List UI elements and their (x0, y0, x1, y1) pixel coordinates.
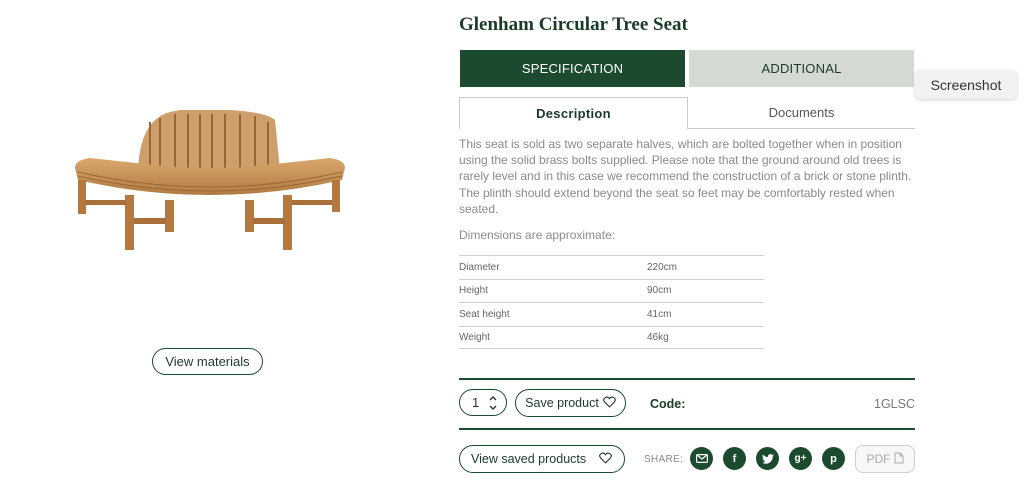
quantity-value: 1 (472, 395, 480, 410)
email-icon[interactable] (690, 447, 713, 470)
table-row: Diameter 220cm (459, 255, 764, 279)
code-value: 1GLSC (874, 397, 915, 411)
view-saved-label: View saved products (471, 452, 587, 466)
bench-illustration (75, 110, 345, 250)
divider-bottom (459, 428, 915, 430)
spec-name: Diameter (459, 261, 500, 273)
description-text: This seat is sold as two separate halves… (459, 137, 912, 216)
heart-icon (599, 452, 612, 467)
tab-documents[interactable]: Documents (688, 97, 915, 129)
spec-name: Weight (459, 331, 490, 343)
save-product-label: Save product (525, 396, 599, 410)
heart-icon (602, 396, 616, 411)
divider-top (459, 378, 915, 380)
pdf-file-icon (894, 452, 904, 467)
facebook-icon[interactable]: f (723, 447, 746, 470)
table-row: Height 90cm (459, 278, 764, 303)
spec-name: Height (459, 285, 488, 297)
stepper-arrows-icon[interactable] (488, 393, 498, 415)
view-materials-button[interactable]: View materials (152, 348, 263, 375)
specs-table: Diameter 220cm Height 90cm Seat height 4… (459, 255, 764, 349)
product-image (70, 100, 350, 260)
spec-value: 220cm (647, 261, 678, 273)
spec-value: 41cm (647, 308, 672, 320)
pinterest-icon[interactable]: p (822, 447, 845, 470)
pdf-label: PDF (866, 452, 891, 466)
table-row: Weight 46kg (459, 325, 764, 349)
spec-value: 46kg (647, 331, 669, 343)
tab-description[interactable]: Description (459, 97, 688, 129)
tab-additional[interactable]: ADDITIONAL (689, 50, 914, 87)
screenshot-button[interactable]: Screenshot (915, 70, 1017, 99)
dimensions-label: Dimensions are approximate: (459, 228, 616, 242)
spec-name: Seat height (459, 308, 510, 320)
tab-specification[interactable]: SPECIFICATION (460, 50, 685, 87)
twitter-icon[interactable] (756, 447, 779, 470)
code-label: Code: (650, 397, 686, 411)
google-plus-icon[interactable]: g+ (789, 447, 812, 470)
spec-value: 90cm (647, 285, 672, 297)
save-product-button[interactable]: Save product (515, 389, 626, 417)
quantity-stepper[interactable]: 1 (459, 389, 507, 416)
product-title: Glenham Circular Tree Seat (459, 14, 688, 35)
table-row: Seat height 41cm (459, 302, 764, 326)
share-label: SHARE: (644, 454, 684, 465)
view-saved-products-button[interactable]: View saved products (459, 445, 625, 473)
pdf-button[interactable]: PDF (855, 445, 915, 473)
